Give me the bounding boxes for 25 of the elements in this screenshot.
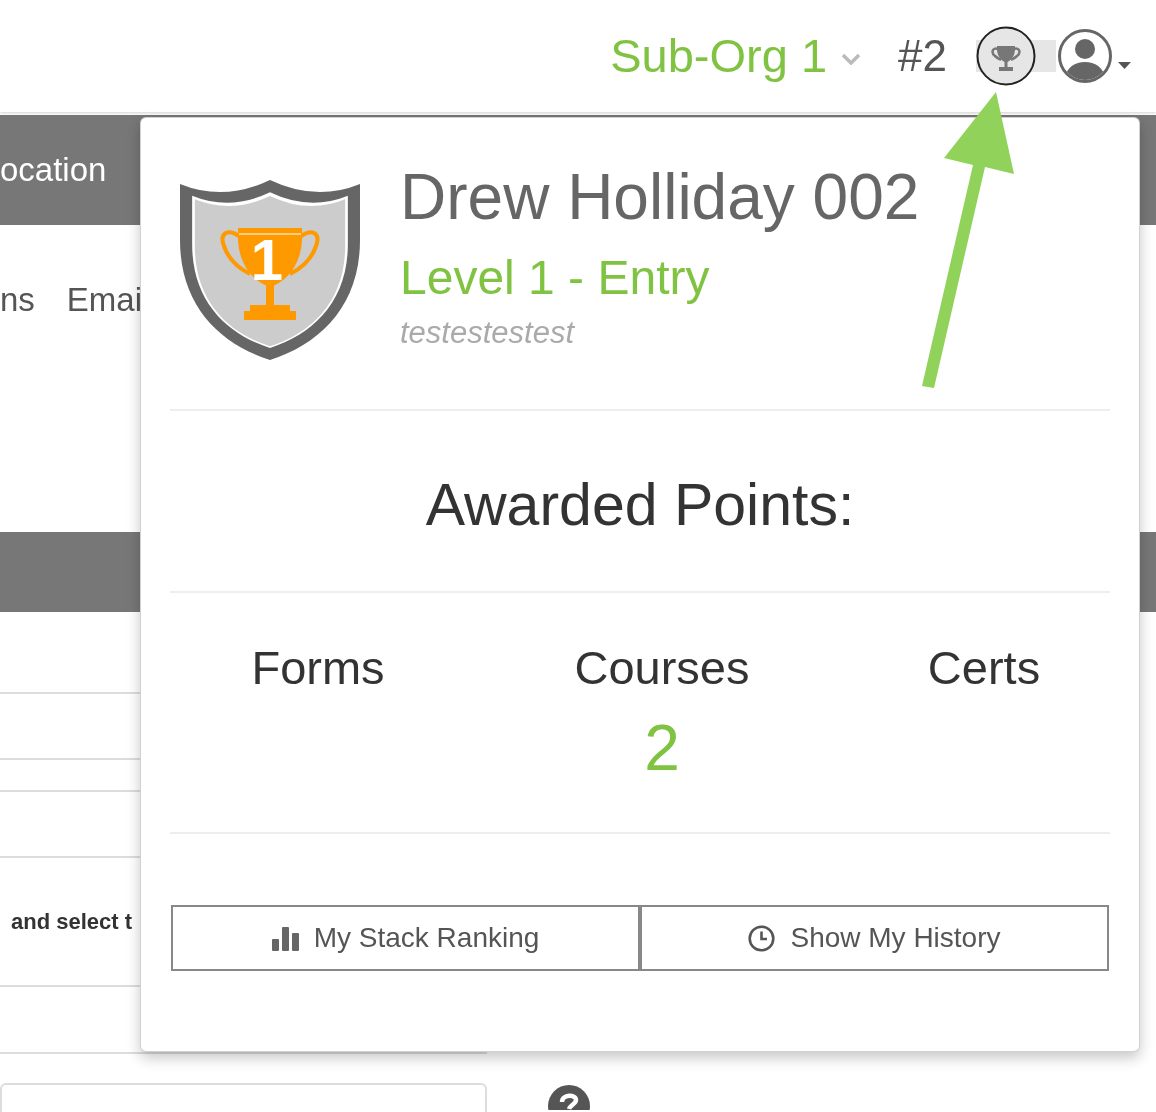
- user-avatar-icon: [1058, 29, 1112, 83]
- user-subtitle: testestestest: [400, 315, 575, 351]
- help-icon[interactable]: [548, 1085, 590, 1110]
- points-category-label: Certs: [927, 640, 1041, 696]
- instruction-text: and select t: [11, 908, 133, 935]
- points-value: 2: [644, 713, 680, 783]
- user-name: Drew Holliday 002: [400, 160, 920, 234]
- points-category-label: Forms: [251, 640, 385, 696]
- stack-ranking-button[interactable]: My Stack Ranking: [171, 905, 640, 971]
- bar-chart-icon: [271, 925, 299, 951]
- trophy-icon: [976, 26, 1036, 86]
- trophy-icon: [220, 228, 320, 320]
- show-history-button[interactable]: Show My History: [640, 905, 1109, 971]
- awarded-points-heading: Awarded Points:: [425, 471, 855, 539]
- rank-label: #2: [898, 30, 947, 82]
- points-category-label: Courses: [574, 640, 750, 696]
- input-field[interactable]: [0, 1083, 487, 1112]
- level-label: Level 1 - Entry: [400, 250, 710, 306]
- badge-level-number: 1: [250, 227, 284, 292]
- caret-icon: [1118, 61, 1131, 69]
- nav-tab[interactable]: ns: [0, 282, 35, 318]
- user-menu-button[interactable]: [1058, 29, 1131, 83]
- chevron-down-icon: [841, 53, 862, 65]
- section-title: ocation: [0, 150, 107, 190]
- clock-icon: [748, 924, 776, 952]
